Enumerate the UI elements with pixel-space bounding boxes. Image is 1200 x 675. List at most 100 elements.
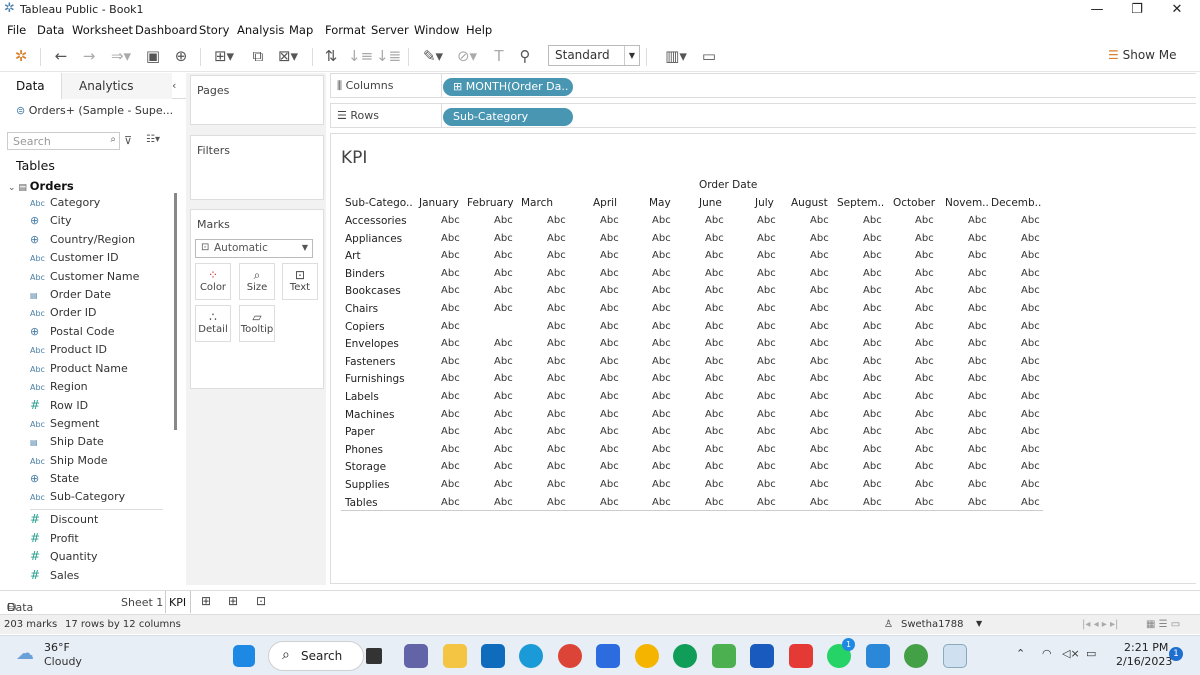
table-cell[interactable]: Abc xyxy=(441,497,460,508)
table-cell[interactable]: Abc xyxy=(968,233,987,244)
tab-data[interactable]: Data xyxy=(0,73,62,99)
user-name[interactable]: Swetha1788 xyxy=(901,619,964,630)
field-profit[interactable]: # Profit xyxy=(30,531,79,549)
tooltip-button[interactable]: ▱ Tooltip xyxy=(239,305,275,342)
table-cell[interactable]: Abc xyxy=(757,461,776,472)
table-cell[interactable]: Abc xyxy=(441,233,460,244)
table-cell[interactable]: Abc xyxy=(810,321,829,332)
table-cell[interactable]: Abc xyxy=(1021,285,1040,296)
table-cell[interactable]: Abc xyxy=(757,338,776,349)
table-cell[interactable]: Abc xyxy=(652,233,671,244)
table-cell[interactable]: Abc xyxy=(547,215,566,226)
chrome-profile-icon[interactable] xyxy=(673,644,697,668)
table-cell[interactable]: Abc xyxy=(494,461,513,472)
menu-help[interactable]: Help xyxy=(466,23,492,37)
datasource-item[interactable]: ⊜ Orders+ (Sample - Supe... xyxy=(16,104,173,117)
table-cell[interactable]: Abc xyxy=(600,268,619,279)
clock-date[interactable]: 2/16/2023 xyxy=(1116,655,1172,668)
table-cell[interactable]: Abc xyxy=(441,426,460,437)
clock-time[interactable]: 2:21 PM xyxy=(1124,641,1168,654)
table-cell[interactable]: Abc xyxy=(652,479,671,490)
table-cell[interactable]: Abc xyxy=(757,321,776,332)
table-cell[interactable]: Abc xyxy=(705,233,724,244)
table-cell[interactable]: Abc xyxy=(652,250,671,261)
table-cell[interactable]: Abc xyxy=(705,479,724,490)
table-cell[interactable]: Abc xyxy=(810,497,829,508)
fit-select[interactable]: Standard ▼ xyxy=(548,45,640,66)
view-options-icon[interactable]: ☷▾ xyxy=(146,134,160,145)
table-cell[interactable]: Abc xyxy=(494,426,513,437)
table-cell[interactable]: Abc xyxy=(863,285,882,296)
table-cell[interactable]: Abc xyxy=(915,356,934,367)
table-cell[interactable]: Abc xyxy=(600,479,619,490)
table-cell[interactable]: Abc xyxy=(915,303,934,314)
table-cell[interactable]: Abc xyxy=(863,338,882,349)
field-postal-code[interactable]: ⊕ Postal Code xyxy=(30,325,114,343)
row-header[interactable]: Binders xyxy=(345,268,385,280)
table-cell[interactable]: Abc xyxy=(441,285,460,296)
table-cell[interactable]: Abc xyxy=(600,250,619,261)
windows-start-icon[interactable] xyxy=(233,645,255,667)
table-cell[interactable]: Abc xyxy=(652,373,671,384)
table-cell[interactable]: Abc xyxy=(863,215,882,226)
table-cell[interactable]: Abc xyxy=(547,461,566,472)
menu-window[interactable]: Window xyxy=(414,23,459,37)
row-header[interactable]: Envelopes xyxy=(345,338,399,350)
table-cell[interactable]: Abc xyxy=(547,444,566,455)
table-cell[interactable]: Abc xyxy=(547,497,566,508)
tab-sheet1[interactable]: Sheet 1 xyxy=(121,596,163,609)
table-cell[interactable]: Abc xyxy=(968,373,987,384)
table-cell[interactable]: Abc xyxy=(1021,215,1040,226)
field-region[interactable]: Abc Region xyxy=(30,380,88,398)
undo-icon[interactable]: ← xyxy=(50,46,72,66)
field-row-id[interactable]: # Row ID xyxy=(30,398,88,416)
row-header[interactable]: Storage xyxy=(345,461,386,473)
table-cell[interactable]: Abc xyxy=(600,409,619,420)
table-cell[interactable]: Abc xyxy=(547,391,566,402)
table-cell[interactable]: Abc xyxy=(547,409,566,420)
new-worksheet-icon[interactable]: ⊞▾ xyxy=(206,46,242,66)
minimize-icon[interactable]: — xyxy=(1077,0,1117,20)
grid-view-icon[interactable]: ▦ ☰ ▭ xyxy=(1146,619,1180,630)
table-cell[interactable]: Abc xyxy=(600,391,619,402)
new-worksheet-icon[interactable]: ⊞ xyxy=(201,594,211,608)
close-icon[interactable]: ✕ xyxy=(1157,0,1197,20)
table-cell[interactable]: Abc xyxy=(600,356,619,367)
table-cell[interactable]: Abc xyxy=(705,409,724,420)
table-cell[interactable]: Abc xyxy=(600,444,619,455)
worksheet-view[interactable]: KPI Order Date Sub-Catego.. January Febru… xyxy=(330,133,1196,584)
table-cell[interactable]: Abc xyxy=(1021,321,1040,332)
table-cell[interactable]: Abc xyxy=(810,268,829,279)
table-cell[interactable]: Abc xyxy=(600,215,619,226)
table-cell[interactable]: Abc xyxy=(863,426,882,437)
table-cell[interactable]: Abc xyxy=(441,373,460,384)
table-cell[interactable]: Abc xyxy=(1021,391,1040,402)
table-cell[interactable]: Abc xyxy=(757,426,776,437)
table-cell[interactable]: Abc xyxy=(494,356,513,367)
table-cell[interactable]: Abc xyxy=(1021,479,1040,490)
table-cell[interactable]: Abc xyxy=(1021,233,1040,244)
column-header-9[interactable]: October xyxy=(893,197,935,209)
table-cell[interactable]: Abc xyxy=(863,444,882,455)
mail-icon[interactable] xyxy=(481,644,505,668)
rows-shelf[interactable]: ☰ Rows Sub-Category xyxy=(330,103,1196,128)
table-cell[interactable]: Abc xyxy=(810,479,829,490)
text-button[interactable]: ⊡ Text xyxy=(282,263,318,300)
table-cell[interactable]: Abc xyxy=(1021,373,1040,384)
table-cell[interactable]: Abc xyxy=(494,444,513,455)
table-cell[interactable]: Abc xyxy=(968,250,987,261)
table-cell[interactable]: Abc xyxy=(810,215,829,226)
table-cell[interactable]: Abc xyxy=(968,461,987,472)
table-cell[interactable]: Abc xyxy=(1021,356,1040,367)
battery-icon[interactable]: ▭ xyxy=(1086,647,1096,660)
table-cell[interactable]: Abc xyxy=(441,444,460,455)
table-cell[interactable]: Abc xyxy=(600,285,619,296)
row-header[interactable]: Furnishings xyxy=(345,373,405,385)
table-cell[interactable]: Abc xyxy=(915,444,934,455)
sort-ascending-icon[interactable]: ↓≡ xyxy=(348,46,373,66)
field-product-id[interactable]: Abc Product ID xyxy=(30,343,107,361)
replay-icon[interactable]: ⇒▾ xyxy=(106,46,136,66)
row-header[interactable]: Phones xyxy=(345,444,383,456)
table-cell[interactable]: Abc xyxy=(863,233,882,244)
table-cell[interactable]: Abc xyxy=(441,391,460,402)
